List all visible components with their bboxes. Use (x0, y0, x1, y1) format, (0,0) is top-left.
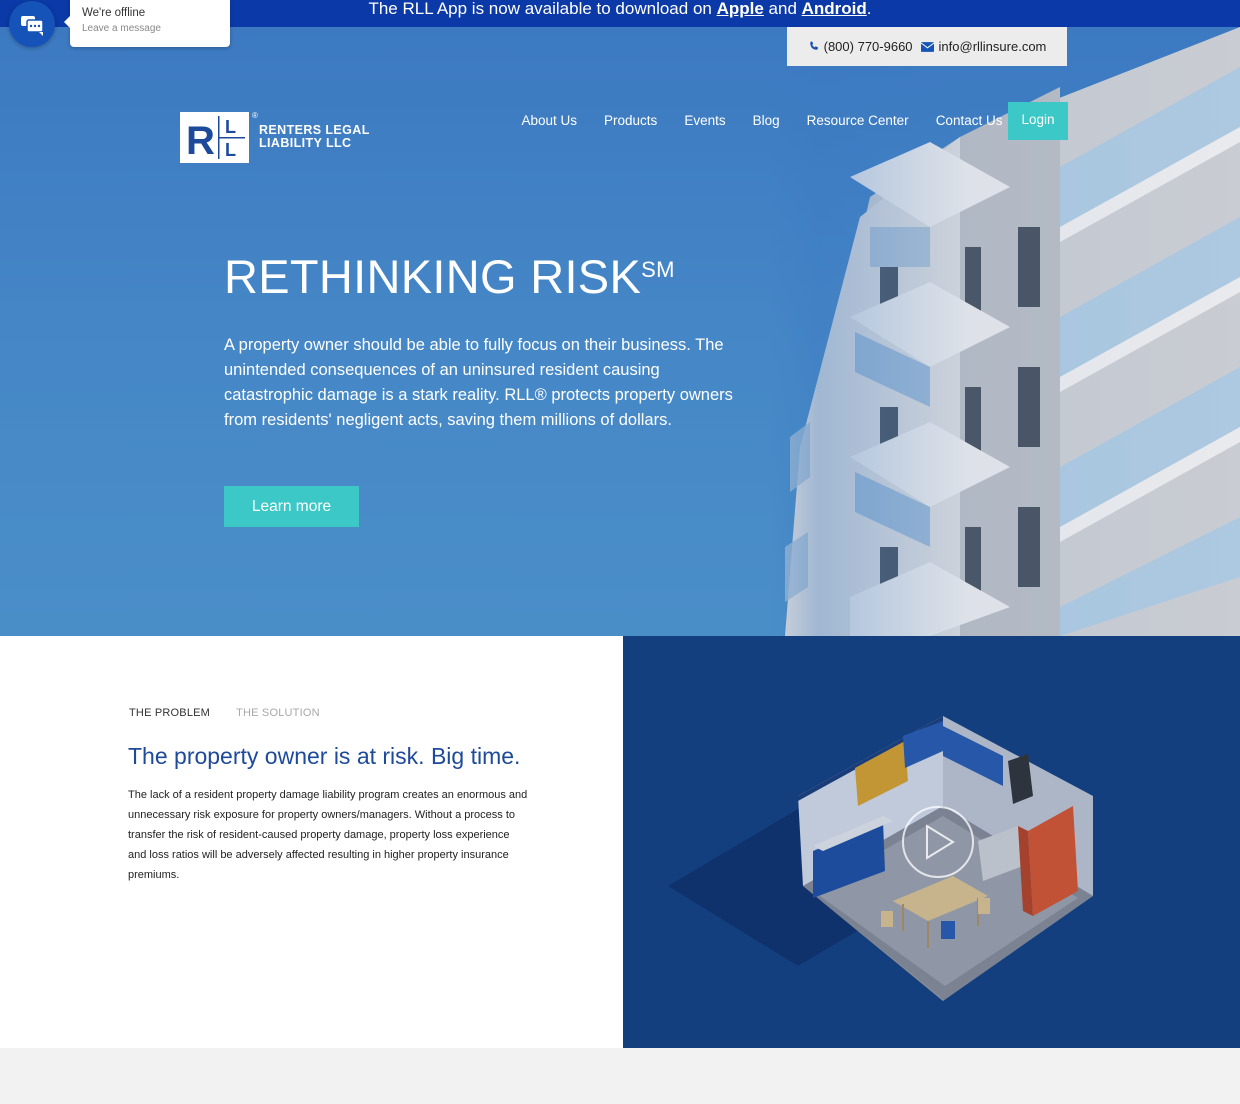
kitchen-illustration (668, 716, 1093, 1001)
nav-products[interactable]: Products (591, 102, 671, 140)
hero-title: RETHINKING RISKSM (224, 249, 675, 304)
email-address: info@rllinsure.com (938, 39, 1047, 54)
nav-about-us[interactable]: About Us (508, 102, 591, 140)
chat-leave-message: Leave a message (82, 23, 161, 34)
problem-title: The property owner is at risk. Big time. (128, 743, 521, 769)
rll-logo[interactable]: R L L ® RENTERS LEGAL LIABILITY LLC (180, 111, 370, 163)
logo-mark: R L L ® (180, 111, 258, 163)
logo-registered-mark: ® (252, 111, 258, 120)
tab-the-problem[interactable]: THE PROBLEM (129, 707, 210, 719)
chat-icon (21, 16, 44, 36)
logo-line-1: RENTERS LEGAL (259, 122, 370, 137)
chat-status: We're offline (82, 7, 146, 19)
phone-icon (809, 41, 818, 50)
logo-line-2: LIABILITY LLC (259, 135, 352, 150)
nav-blog[interactable]: Blog (739, 102, 793, 140)
login-button[interactable]: Login (1008, 102, 1068, 140)
phone-contact[interactable]: (800) 770-9660 (808, 39, 913, 54)
svg-text:L: L (225, 117, 236, 137)
phone-number: (800) 770-9660 (823, 39, 913, 54)
contact-box: (800) 770-9660 info@rllinsure.com (787, 27, 1067, 66)
svg-text:R: R (186, 119, 215, 161)
android-link[interactable]: Android (802, 0, 867, 18)
nav-events[interactable]: Events (671, 102, 739, 140)
video-panel[interactable] (623, 636, 1240, 1048)
announcement-prefix: The RLL App is now available to download… (368, 0, 717, 18)
learn-more-button[interactable]: Learn more (224, 486, 359, 527)
tab-the-solution[interactable]: THE SOLUTION (236, 707, 320, 719)
nav-resource-center[interactable]: Resource Center (793, 102, 922, 140)
nav-contact-us[interactable]: Contact Us (922, 102, 1016, 140)
logo-wordmark: RENTERS LEGAL LIABILITY LLC (259, 122, 370, 150)
main-nav: About Us Products Events Blog Resource C… (508, 102, 1016, 140)
svg-text:L: L (225, 140, 236, 160)
announcement-middle: and (763, 0, 802, 18)
hero-title-text: RETHINKING RISK (224, 250, 642, 303)
chat-button[interactable] (9, 1, 55, 47)
announcement-suffix: . (866, 0, 872, 18)
problem-section: THE PROBLEM THE SOLUTION The property ow… (0, 636, 623, 1048)
apple-link[interactable]: Apple (717, 0, 764, 18)
email-contact[interactable]: info@rllinsure.com (920, 39, 1047, 54)
problem-description: The lack of a resident property damage l… (128, 789, 528, 881)
hero-description: A property owner should be able to fully… (224, 336, 733, 429)
chat-status-bubble[interactable]: We're offline Leave a message (64, 0, 230, 47)
envelope-icon (920, 41, 934, 52)
service-mark: SM (641, 257, 675, 282)
logo-mark-graphic: R L L (182, 114, 247, 161)
footer-band (0, 1048, 1240, 1104)
problem-solution-tabs: THE PROBLEM THE SOLUTION (129, 707, 320, 719)
